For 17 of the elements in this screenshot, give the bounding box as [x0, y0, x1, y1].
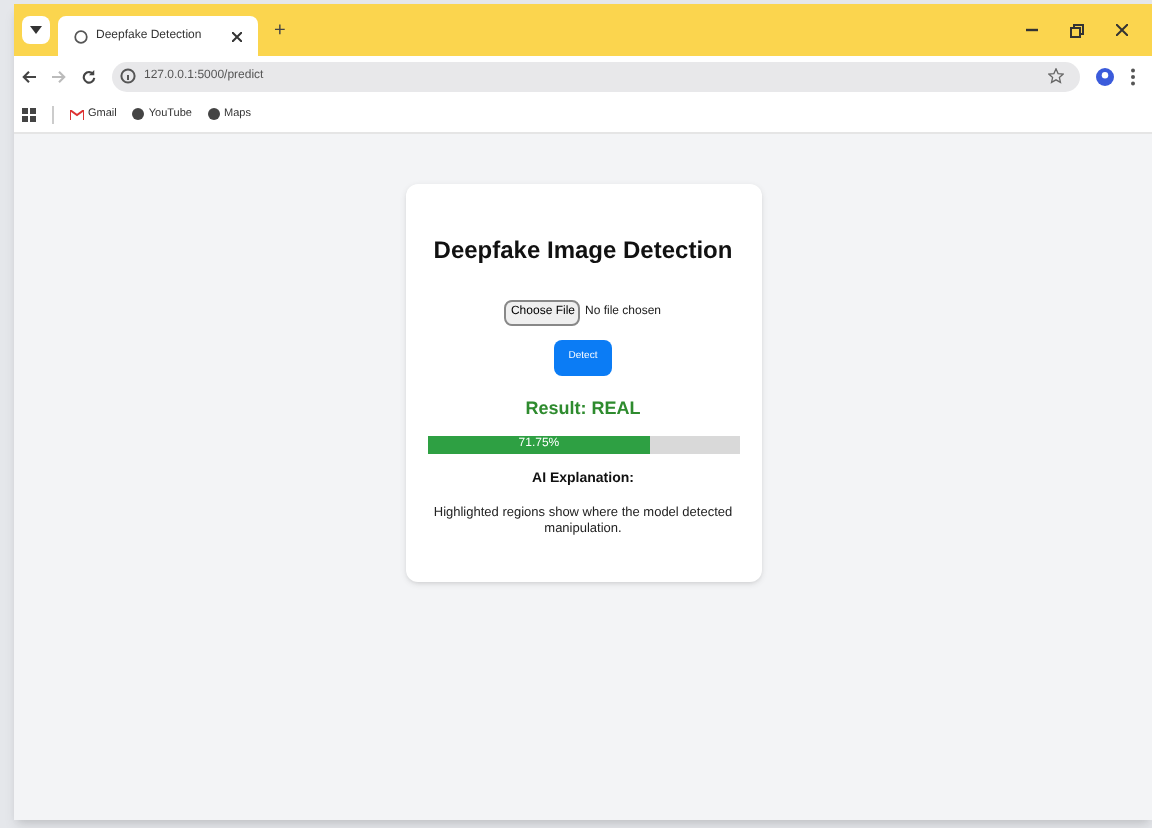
restore-icon[interactable]	[1070, 23, 1084, 37]
minimize-icon[interactable]	[1026, 28, 1038, 32]
back-arrow-icon[interactable]	[22, 69, 36, 83]
caret-icon	[30, 26, 42, 34]
menu-icon[interactable]	[1130, 67, 1136, 85]
apps-grid-icon[interactable]	[22, 107, 36, 121]
card-title: Deepfake Image Detection	[433, 234, 733, 268]
mail-icon	[70, 109, 84, 119]
close-icon[interactable]	[1116, 24, 1128, 36]
info-icon	[120, 68, 136, 84]
star-icon[interactable]	[1048, 68, 1064, 84]
close-icon[interactable]	[232, 31, 242, 41]
tab-search-button[interactable]	[22, 16, 50, 44]
result-text: Result: REAL	[525, 396, 641, 422]
reload-icon[interactable]	[82, 69, 96, 83]
profile-avatar-icon[interactable]	[1096, 67, 1114, 85]
new-tab-button[interactable]: +	[266, 15, 294, 45]
